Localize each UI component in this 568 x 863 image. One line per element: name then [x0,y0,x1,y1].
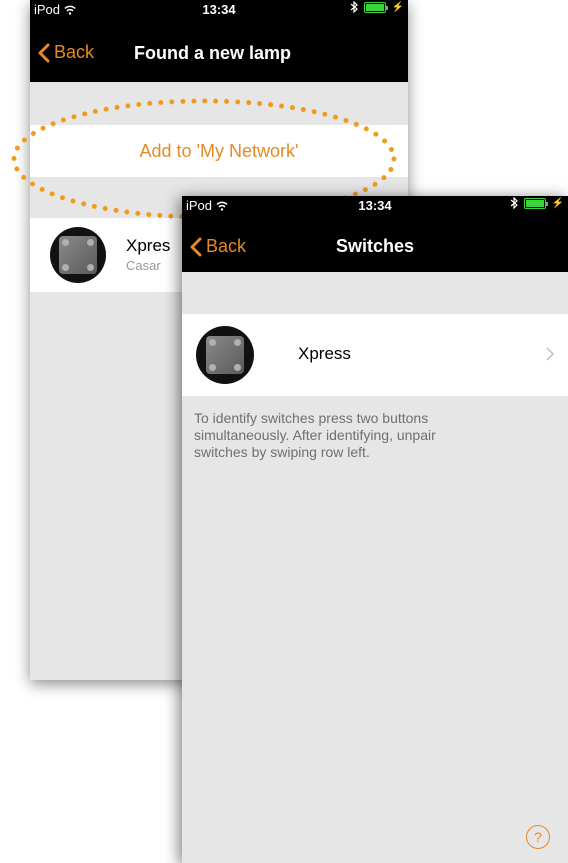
chevron-right-icon [546,347,554,361]
device-thumbnail [50,227,106,283]
bluetooth-icon [510,197,518,209]
help-icon[interactable]: ? [526,825,550,849]
device-subtitle: Casar [126,258,161,273]
battery-icon [523,197,548,209]
switch-thumbnail [196,326,254,384]
page-title: Found a new lamp [134,43,292,63]
status-bar: iPod 13:34 ⚡ [30,0,408,18]
nav-bar: Back Switches [182,214,568,272]
bluetooth-icon [350,1,358,13]
status-bar: iPod 13:34 ⚡ [182,196,568,214]
back-button[interactable]: Back [38,42,94,63]
page-title: Switches [335,236,415,256]
chevron-left-icon [38,43,50,62]
charging-icon: ⚡ [391,1,404,13]
switch-name: Xpress [298,344,351,363]
nav-bar: Back Found a new lamp [30,18,408,82]
charging-icon: ⚡ [551,197,564,209]
battery-icon [363,1,388,13]
back-label: Back [54,42,95,62]
instructions-text: To identify switches press two buttons s… [194,410,436,460]
add-to-network-button[interactable]: Add to 'My Network' [30,125,408,177]
device-name: Xpres [126,236,171,255]
switch-row[interactable]: Xpress [182,314,568,396]
front-screen: iPod 13:34 ⚡ Back Switches Xpress To ide… [182,196,568,863]
